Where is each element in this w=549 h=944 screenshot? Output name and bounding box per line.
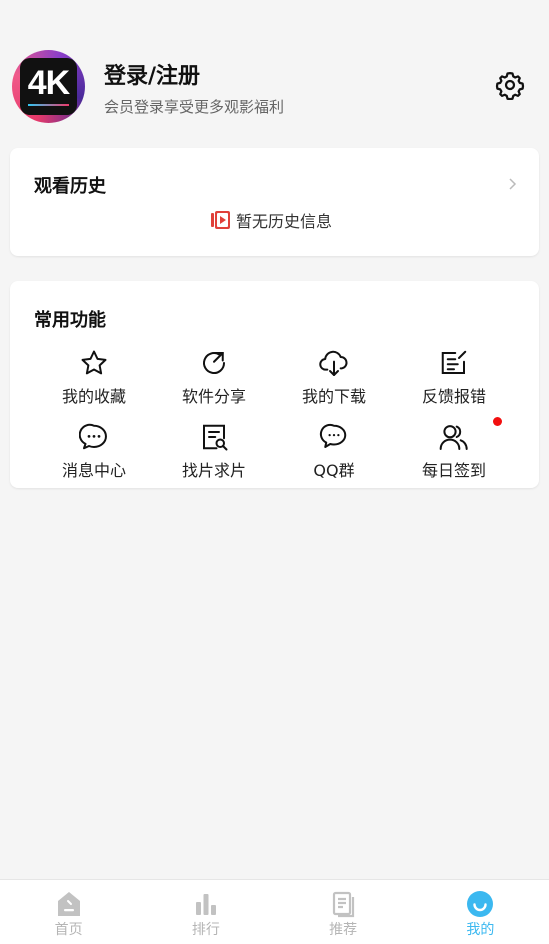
- nav-home[interactable]: 首页: [0, 880, 137, 944]
- document-icon: [333, 891, 355, 918]
- history-empty: 暂无历史信息: [210, 208, 332, 232]
- nav-ranking-label: 排行: [191, 922, 220, 938]
- notification-dot: [493, 417, 502, 426]
- nav-ranking[interactable]: 排行: [137, 880, 274, 944]
- share-label: 软件分享: [181, 387, 246, 406]
- avatar[interactable]: 4K: [12, 50, 85, 123]
- functions-grid: 我的收藏 软件分享 我的下载 反馈报错 消息中心 找片求片 QQ群 每日签到: [34, 347, 514, 481]
- share-item[interactable]: 软件分享: [154, 347, 274, 407]
- messages-label: 消息中心: [61, 461, 126, 480]
- nav-home-label: 首页: [54, 922, 83, 938]
- video-icon: [211, 211, 230, 229]
- favorites-label: 我的收藏: [61, 387, 126, 406]
- bottom-nav: 首页 排行 推荐 我的: [0, 879, 549, 944]
- edit-icon: [441, 350, 467, 374]
- nav-mine[interactable]: 我的: [412, 880, 549, 944]
- cloud-download-icon: [319, 350, 348, 376]
- messages-item[interactable]: 消息中心: [34, 421, 154, 481]
- downloads-item[interactable]: 我的下载: [274, 347, 394, 407]
- app-logo: 4K: [20, 58, 77, 115]
- nav-recommend[interactable]: 推荐: [275, 880, 412, 944]
- qq-group-item[interactable]: QQ群: [274, 421, 394, 481]
- functions-title: 常用功能: [34, 310, 106, 331]
- search-doc-icon: [203, 424, 228, 451]
- feedback-item[interactable]: 反馈报错: [394, 347, 514, 407]
- share-icon: [203, 352, 226, 375]
- login-subtitle: 会员登录享受更多观影福利: [104, 98, 285, 116]
- bar-chart-icon: [195, 894, 216, 915]
- feedback-label: 反馈报错: [421, 387, 486, 406]
- history-empty-text: 暂无历史信息: [236, 212, 333, 231]
- settings-button[interactable]: [495, 70, 525, 101]
- request-label: 找片求片: [181, 461, 246, 480]
- request-item[interactable]: 找片求片: [154, 421, 274, 481]
- home-icon: [57, 892, 80, 916]
- logo-line: [28, 104, 69, 106]
- profile-page: 4K 登录/注册 会员登录享受更多观影福利 观看历史 暂无历史信息 常用功能 我…: [0, 0, 549, 944]
- chat-icon: [319, 423, 347, 448]
- favorites-item[interactable]: 我的收藏: [34, 347, 154, 407]
- message-icon: [79, 423, 107, 450]
- logo-text: 4K: [27, 64, 70, 102]
- nav-recommend-label: 推荐: [329, 922, 358, 938]
- qq-group-label: QQ群: [313, 461, 355, 480]
- history-title: 观看历史: [34, 176, 106, 197]
- users-icon: [439, 425, 468, 450]
- nav-mine-label: 我的: [466, 922, 495, 938]
- downloads-label: 我的下载: [301, 387, 366, 406]
- profile-icon: [467, 891, 494, 917]
- history-card[interactable]: 观看历史 暂无历史信息: [10, 148, 539, 256]
- checkin-item[interactable]: 每日签到: [394, 417, 514, 481]
- gear-icon: [495, 72, 525, 101]
- star-icon: [81, 350, 107, 375]
- chevron-right-icon[interactable]: [506, 176, 520, 192]
- login-title[interactable]: 登录/注册: [104, 58, 200, 90]
- profile-header: 4K 登录/注册 会员登录享受更多观影福利: [0, 0, 549, 140]
- checkin-label: 每日签到: [421, 461, 486, 480]
- functions-card: 常用功能 我的收藏 软件分享 我的下载 反馈报错 消息中心 找片求片 QQ群 每…: [10, 281, 539, 488]
